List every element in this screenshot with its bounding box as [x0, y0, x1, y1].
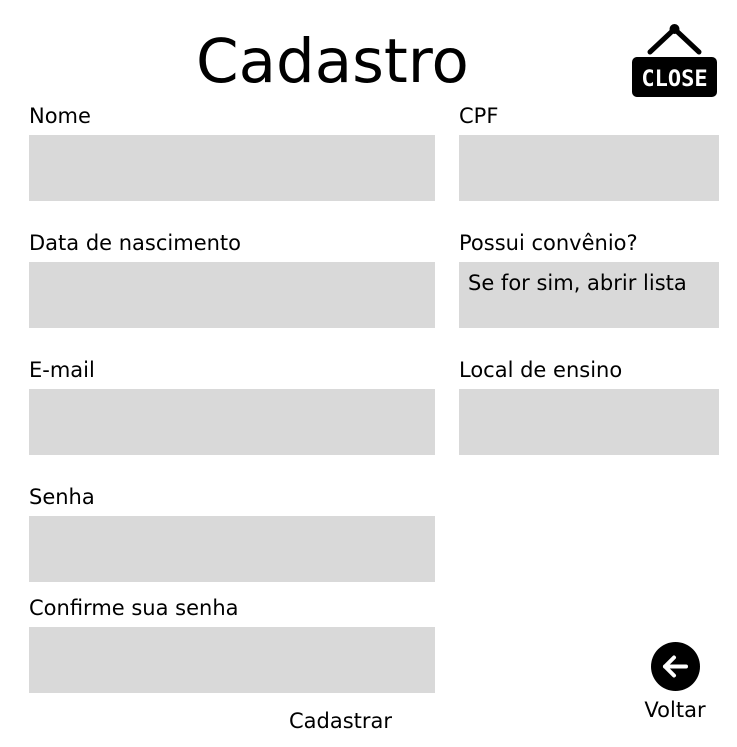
email-input[interactable] [29, 389, 435, 455]
back-button[interactable]: Voltar [636, 642, 714, 723]
data-nascimento-input[interactable] [29, 262, 435, 328]
convenio-label: Possui convênio? [459, 231, 638, 255]
cpf-label: CPF [459, 104, 499, 128]
confirme-senha-input[interactable] [29, 627, 435, 693]
nome-input[interactable] [29, 135, 435, 201]
close-label: CLOSE [641, 67, 707, 92]
senha-input[interactable] [29, 516, 435, 582]
local-ensino-label: Local de ensino [459, 358, 623, 382]
local-ensino-input[interactable] [459, 389, 719, 455]
close-button[interactable]: CLOSE [632, 22, 717, 97]
cpf-input[interactable] [459, 135, 719, 201]
page-title: Cadastro [196, 26, 469, 97]
back-label: Voltar [644, 698, 706, 722]
convenio-select[interactable]: Se for sim, abrir lista [459, 262, 719, 328]
arrow-left-icon [650, 642, 700, 691]
hanging-close-sign-icon: CLOSE [632, 24, 717, 97]
senha-label: Senha [29, 485, 95, 509]
email-label: E-mail [29, 358, 95, 382]
cadastrar-button[interactable]: Cadastrar [285, 706, 396, 736]
convenio-placeholder: Se for sim, abrir lista [468, 271, 687, 295]
data-nascimento-label: Data de nascimento [29, 231, 242, 255]
confirme-senha-label: Confirme sua senha [29, 596, 239, 620]
nome-label: Nome [29, 104, 91, 128]
